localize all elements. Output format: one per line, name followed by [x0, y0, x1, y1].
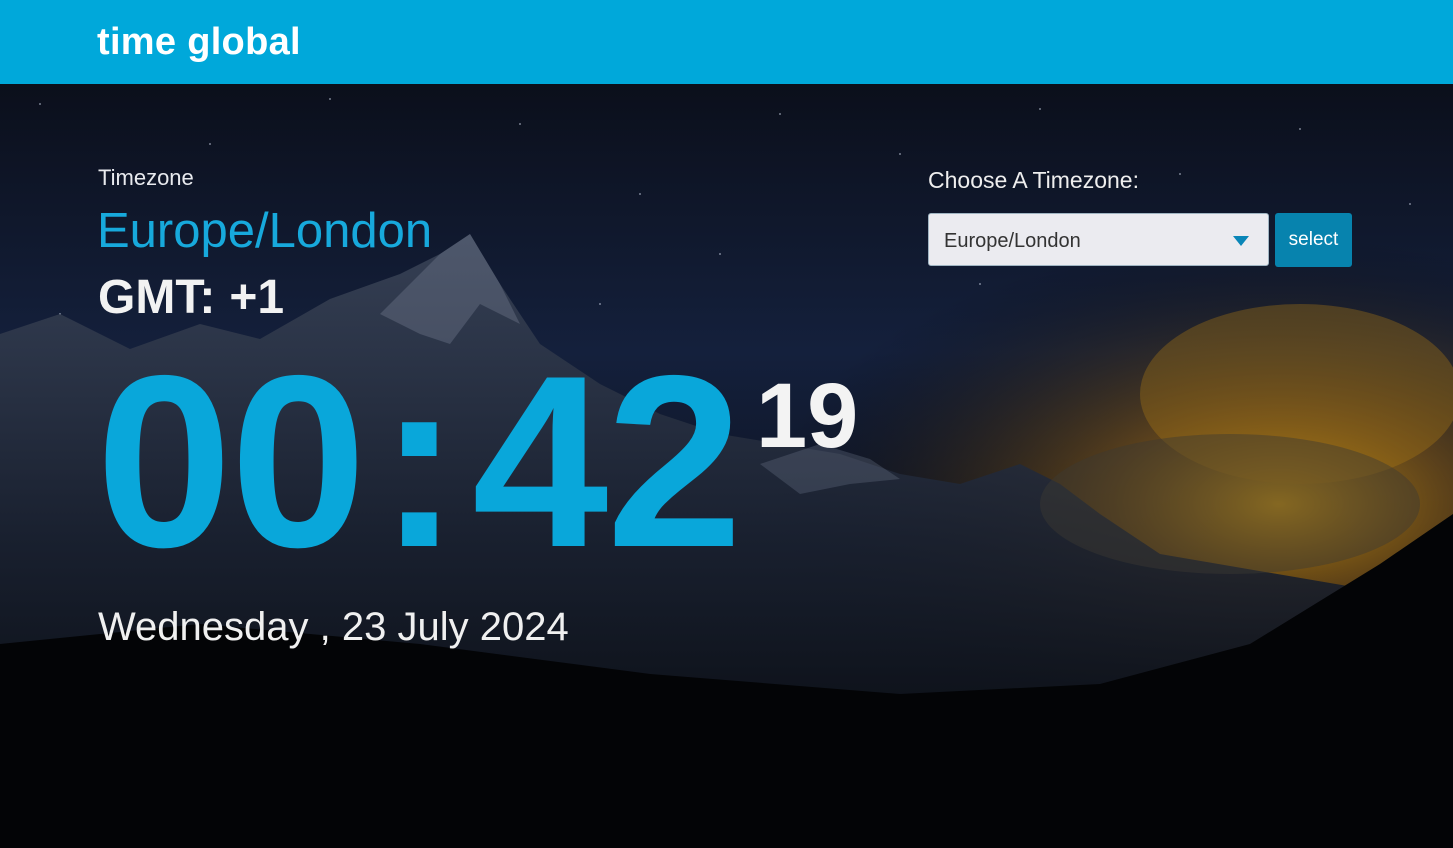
timezone-select-value: Europe/London — [944, 230, 1081, 252]
gmt-offset: GMT: +1 — [98, 270, 284, 326]
select-button[interactable]: select — [1275, 213, 1352, 267]
clock-minutes: 42 — [472, 324, 743, 598]
gmt-label: GMT: — [98, 271, 216, 324]
brand-logo-text[interactable]: time global — [97, 20, 301, 64]
timezone-name: Europe/London — [97, 204, 433, 258]
clock-seconds: 19 — [756, 365, 859, 467]
gmt-offset-value: +1 — [229, 271, 285, 324]
clock-hours: 00 — [96, 324, 367, 598]
timezone-select[interactable]: Europe/London — [928, 213, 1269, 266]
current-date: Wednesday , 23 July 2024 — [98, 605, 569, 649]
chevron-down-icon — [1233, 236, 1249, 246]
timezone-picker-label: Choose A Timezone: — [928, 167, 1139, 193]
digital-clock: 00:42 19 — [96, 324, 858, 598]
clock-separator: : — [378, 324, 461, 598]
main-content: Timezone Europe/London GMT: +1 00:42 19 W… — [0, 0, 1453, 848]
timezone-caption: Timezone — [98, 165, 194, 190]
top-bar: time global — [0, 0, 1453, 84]
page: time global Timezone Europe/London GMT: +… — [0, 0, 1453, 848]
